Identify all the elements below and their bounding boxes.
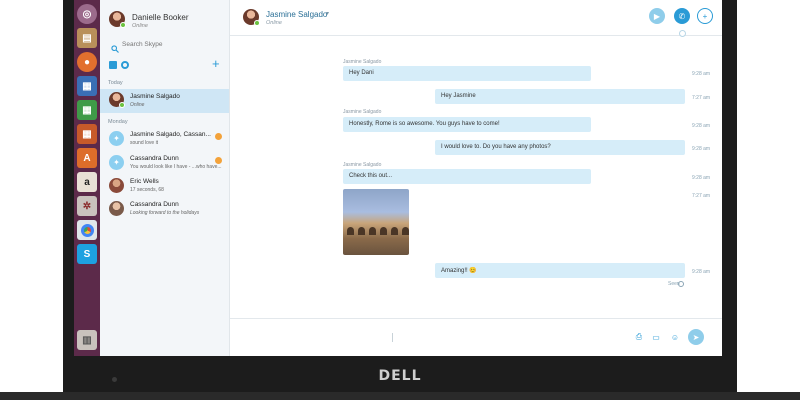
online-status-icon	[120, 22, 126, 28]
message-bubble-outgoing: Amazing!! 😊	[435, 263, 685, 278]
dell-logo: DELL	[378, 368, 422, 384]
conversation-name: Cassandra Dunn	[130, 201, 179, 208]
conversation-name: Cassandra Dunn	[130, 155, 179, 162]
message-time: 9:28 am	[692, 269, 711, 275]
contacts-icon[interactable]	[109, 61, 117, 69]
emoticon-icon[interactable]: ☺	[670, 332, 680, 342]
firefox-icon[interactable]: ●	[77, 52, 97, 72]
software-center-icon[interactable]: A	[77, 148, 97, 168]
message-bubble: Hey Dani	[343, 66, 591, 81]
unity-launcher: ◎ ▤ ● ▦ ▦ ▦ A a ✲ S ▥	[74, 0, 100, 356]
message-input[interactable]	[240, 329, 620, 345]
conversation-preview: You would look like I have - ...who have…	[130, 164, 222, 170]
message-time: 7:27 am	[692, 193, 711, 199]
chrome-icon[interactable]	[77, 220, 97, 240]
conversation-item[interactable]: ✦ Jasmine Salgado, Cassan... sound love …	[100, 127, 229, 151]
writer-icon[interactable]: ▦	[77, 76, 97, 96]
chat-panel: Jasmine Salgado ▾ Online ▶ ✆ + Jasmine S…	[230, 0, 722, 356]
search-input[interactable]	[122, 38, 220, 50]
settings-gear-icon[interactable]	[121, 61, 129, 69]
contacts-sidebar: Danielle Booker Online + Today Jasmine S…	[100, 0, 230, 356]
message-bubble-outgoing: Hey Jasmine	[435, 89, 685, 104]
ubuntu-dash-icon[interactable]: ◎	[77, 4, 97, 24]
audio-call-button[interactable]: ✆	[674, 8, 690, 24]
video-call-button[interactable]: ▶	[649, 8, 665, 24]
message-composer: ⎙ ▭ ☺ ➤	[230, 318, 722, 356]
laptop-base	[0, 392, 800, 400]
group-chat-icon: ✦	[109, 155, 124, 170]
scroll-indicator	[679, 30, 686, 37]
skype-icon[interactable]: S	[77, 244, 97, 264]
conversation-item[interactable]: Jasmine Salgado Online	[100, 89, 229, 113]
contact-avatar	[109, 201, 124, 216]
profile-name: Danielle Booker	[132, 13, 189, 22]
screen: ◎ ▤ ● ▦ ▦ ▦ A a ✲ S ▥ Danielle Booker On…	[74, 0, 722, 356]
add-people-button[interactable]: +	[697, 8, 713, 24]
unread-badge	[215, 157, 222, 164]
chat-header: Jasmine Salgado ▾ Online ▶ ✆ +	[230, 0, 722, 37]
online-status-icon	[254, 20, 260, 26]
seen-check-icon	[678, 281, 684, 287]
message-sender: Jasmine Salgado	[343, 162, 382, 168]
message-sender: Jasmine Salgado	[343, 59, 382, 65]
chevron-down-icon[interactable]: ▾	[326, 10, 329, 17]
conversation-item[interactable]: ✦ Cassandra Dunn You would look like I h…	[100, 151, 229, 175]
online-status-icon	[119, 102, 125, 108]
calc-icon[interactable]: ▦	[77, 100, 97, 120]
message-time: 7:27 am	[692, 95, 711, 101]
conversation-item[interactable]: Eric Wells 17 seconds, 68	[100, 174, 229, 198]
new-conversation-button[interactable]: +	[212, 57, 220, 70]
message-sender: Jasmine Salgado	[343, 109, 382, 115]
message-time: 9:28 am	[692, 123, 711, 129]
conversation-preview: 17 seconds, 68	[130, 187, 164, 193]
conversation-item[interactable]: Cassandra Dunn Looking forward to the ho…	[100, 197, 229, 221]
message-time: 9:28 am	[692, 175, 711, 181]
power-indicator	[112, 377, 117, 382]
group-chat-icon: ✦	[109, 131, 124, 146]
amazon-icon[interactable]: a	[77, 172, 97, 192]
section-today: Today	[108, 80, 123, 86]
search-icon	[111, 40, 119, 53]
shared-photo[interactable]	[343, 189, 409, 255]
file-share-icon[interactable]: ⎙	[634, 332, 644, 342]
conversation-preview: Online	[130, 102, 145, 108]
files-icon[interactable]: ▤	[77, 28, 97, 48]
section-monday: Monday	[108, 119, 128, 125]
profile-status: Online	[132, 23, 148, 29]
conversation-preview: sound love it	[130, 140, 159, 146]
conversation-name: Jasmine Salgado, Cassan...	[130, 131, 211, 138]
message-time: 9:28 am	[692, 71, 711, 77]
message-bubble: Honestly, Rome is so awesome. You guys h…	[343, 117, 591, 132]
message-time: 9:28 am	[692, 146, 711, 152]
message-bubble: Check this out...	[343, 169, 591, 184]
impress-icon[interactable]: ▦	[77, 124, 97, 144]
conversation-name: Eric Wells	[130, 178, 159, 185]
message-bubble-outgoing: I would love to. Do you have any photos?	[435, 140, 685, 155]
conversation-preview: Looking forward to the holidays	[130, 210, 200, 216]
conversation-name: Jasmine Salgado	[130, 93, 180, 100]
chat-contact-status: Online	[266, 20, 282, 26]
send-button[interactable]: ➤	[688, 329, 704, 345]
video-message-icon[interactable]: ▭	[651, 332, 661, 342]
trash-icon[interactable]: ▥	[77, 330, 97, 350]
unread-badge	[215, 133, 222, 140]
chat-contact-name[interactable]: Jasmine Salgado	[266, 10, 327, 19]
settings-icon[interactable]: ✲	[77, 196, 97, 216]
contact-avatar	[109, 178, 124, 193]
